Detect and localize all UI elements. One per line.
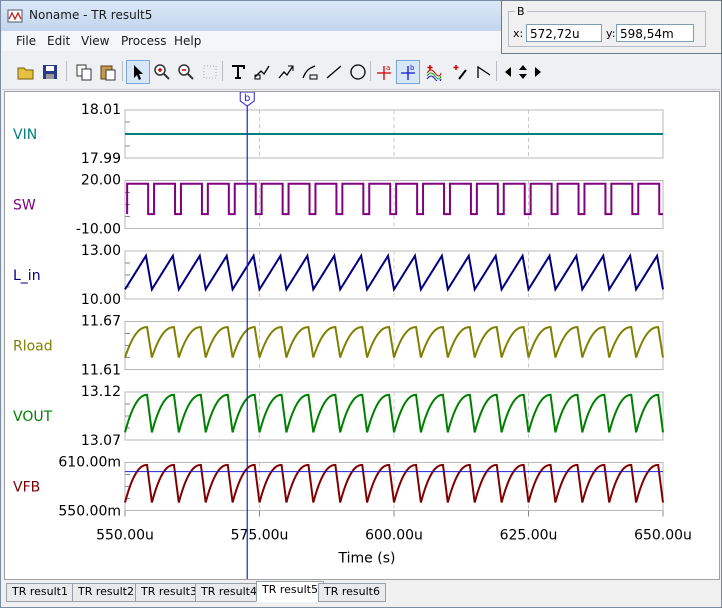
toolbar-separator <box>66 61 67 81</box>
toolbar-separator <box>122 61 123 81</box>
y-max-label: 18.01 <box>81 102 121 118</box>
menu-process[interactable]: Process <box>121 34 167 48</box>
y-label: y: <box>606 27 616 40</box>
x-axis-label: Time (s) <box>338 551 396 567</box>
ellipse-tool-icon[interactable] <box>346 60 370 84</box>
cursor-x-field[interactable]: 572,72u <box>526 24 602 42</box>
y-max-label: 610.00m <box>58 455 121 471</box>
menu-help[interactable]: Help <box>174 34 201 48</box>
annotate-tool-icon[interactable] <box>274 60 298 84</box>
series-name-vin: VIN <box>13 127 37 143</box>
tab-tr-result4[interactable]: TR result4 <box>195 583 263 602</box>
x-tick-label: 550.00u <box>96 528 154 544</box>
series-name-rload: Rload <box>13 339 53 355</box>
y-min-label: 11.61 <box>81 363 121 379</box>
x-label: x: <box>513 27 524 40</box>
open-folder-icon[interactable] <box>14 60 38 84</box>
y-min-label: -10.00 <box>76 222 121 238</box>
y-max-label: 13.00 <box>81 243 121 259</box>
grid-icon[interactable] <box>198 60 222 84</box>
tab-tr-result6[interactable]: TR result6 <box>318 583 386 602</box>
app-icon <box>7 9 23 23</box>
y-min-label: 13.07 <box>81 433 121 449</box>
tab-tr-result1[interactable]: TR result1 <box>6 583 74 602</box>
line-tool-icon[interactable] <box>322 60 346 84</box>
arrow-left-icon[interactable] <box>500 60 514 84</box>
x-tick-label: 600.00u <box>365 528 423 544</box>
zoom-in-icon[interactable] <box>150 60 174 84</box>
cursor-readout-panel: B x: 572,72u y: 598,54m <box>501 0 722 54</box>
x-tick-label: 650.00u <box>634 528 692 544</box>
toolbar-separator <box>496 61 497 81</box>
series-name-vout: VOUT <box>13 409 53 425</box>
y-max-label: 11.67 <box>81 314 121 330</box>
add-marker-icon[interactable] <box>448 60 472 84</box>
y-min-label: 10.00 <box>81 292 121 308</box>
y-min-label: 17.99 <box>81 151 121 167</box>
arrow-updown-icon[interactable] <box>515 60 529 84</box>
y-min-label: 550.00m <box>58 504 121 520</box>
curve-tool-icon[interactable] <box>298 60 322 84</box>
waveform-chart[interactable]: 18.01 17.99 VIN 20.00 -10.00 SW 13.00 10.00 L_in… <box>5 92 719 579</box>
x-tick-label: 625.00u <box>500 528 558 544</box>
toolbar-separator <box>370 61 371 81</box>
series-name-l-in: L_in <box>13 268 41 284</box>
window-title: Noname - TR result5 <box>29 8 153 22</box>
y-max-label: 20.00 <box>81 173 121 189</box>
application-window: Noname - TR result5 File Edit View Proce… <box>0 0 722 608</box>
menu-view[interactable]: View <box>81 34 109 48</box>
text-tool-icon[interactable] <box>226 60 250 84</box>
cursor-y-field[interactable]: 598,54m <box>616 24 694 42</box>
label-tool-icon[interactable] <box>250 60 274 84</box>
svg-text:a: a <box>386 64 390 72</box>
series-name-sw: SW <box>13 198 36 214</box>
menu-file[interactable]: File <box>16 34 36 48</box>
menu-edit[interactable]: Edit <box>47 34 70 48</box>
toolbar-separator <box>222 61 223 81</box>
series-name-vfb: VFB <box>13 480 40 496</box>
toolbar: a b <box>2 53 720 90</box>
arrow-right-icon[interactable] <box>530 60 544 84</box>
y-max-label: 13.12 <box>81 384 121 400</box>
cursor-b-marker-label: b <box>244 93 250 104</box>
tab-tr-result5[interactable]: TR result5 <box>256 581 324 602</box>
svg-text:b: b <box>410 64 415 72</box>
tab-tr-result2[interactable]: TR result2 <box>72 583 140 602</box>
tab-tr-result3[interactable]: TR result3 <box>135 583 203 602</box>
zoom-out-icon[interactable] <box>174 60 198 84</box>
cursor-a-icon[interactable]: a <box>372 60 396 84</box>
add-curves-icon[interactable] <box>422 60 446 84</box>
tangent-icon[interactable] <box>472 60 496 84</box>
pointer-icon[interactable] <box>126 60 150 84</box>
save-icon[interactable] <box>38 60 62 84</box>
cursor-b-icon[interactable]: b <box>396 60 420 84</box>
x-tick-label: 575.00u <box>231 528 289 544</box>
waveform-plot-area[interactable]: 18.01 17.99 VIN 20.00 -10.00 SW 13.00 10.00 L_in… <box>4 91 720 580</box>
cursor-b-label: B <box>517 5 525 18</box>
paste-icon[interactable] <box>96 60 120 84</box>
copy-icon[interactable] <box>72 60 96 84</box>
